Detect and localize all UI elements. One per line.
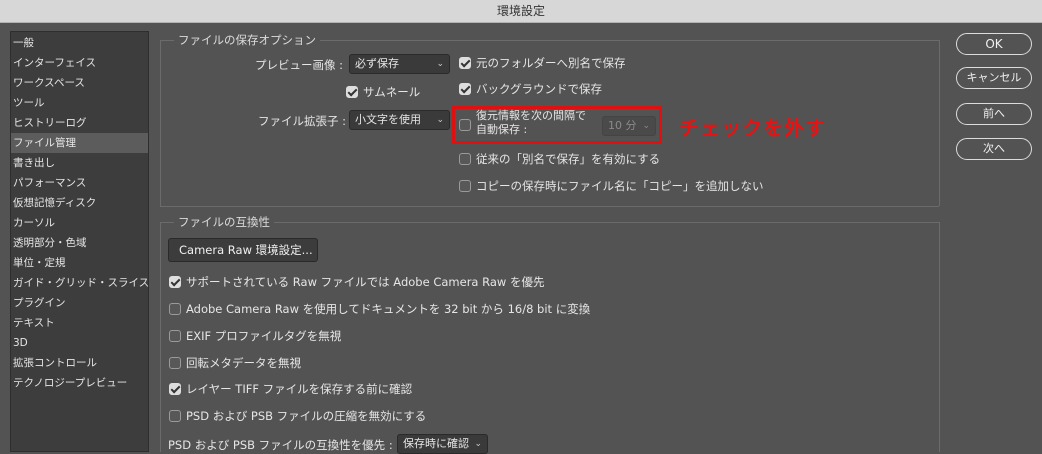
compatibility-group-border-right xyxy=(939,222,940,452)
preview-image-value: 必ず保存 xyxy=(355,57,399,70)
sidebar-item-performance[interactable]: パフォーマンス xyxy=(11,173,148,193)
compatibility-group-border-top xyxy=(160,222,939,223)
compatibility-group-border-left xyxy=(160,222,161,452)
prev-button[interactable]: 前へ xyxy=(956,103,1032,125)
sidebar-item-interface[interactable]: インターフェイス xyxy=(11,53,148,73)
annotation-highlight-box xyxy=(452,106,662,144)
annotation-text: チェックを外す xyxy=(679,116,826,140)
save-as-original-folder-label: 元のフォルダーへ別名で保存 xyxy=(476,56,626,70)
sidebar-item-history-log[interactable]: ヒストリーログ xyxy=(11,113,148,133)
sidebar-item-guides-grid-slices[interactable]: ガイド・グリッド・スライス xyxy=(11,273,149,293)
sidebar-item-enhanced-controls[interactable]: 拡張コントロール xyxy=(11,353,148,373)
camera-raw-bit-convert-checkbox[interactable] xyxy=(169,303,181,315)
ignore-rotation-metadata-checkbox[interactable] xyxy=(169,357,181,369)
file-extension-value: 小文字を使用 xyxy=(355,113,421,126)
sidebar-item-cursors[interactable]: カーソル xyxy=(11,213,148,233)
thumbnail-label: サムネール xyxy=(363,85,421,99)
no-copy-suffix-label: コピーの保存時にファイル名に「コピー」を追加しない xyxy=(476,179,764,193)
psd-compatibility-value: 保存時に確認 xyxy=(403,437,469,450)
preferences-sidebar: 一般 インターフェイス ワークスペース ツール ヒストリーログ ファイル管理 書… xyxy=(10,31,149,452)
camera-raw-preferences-button[interactable]: Camera Raw 環境設定... xyxy=(168,238,318,262)
sidebar-item-units-rulers[interactable]: 単位・定規 xyxy=(11,253,148,273)
sidebar-item-scratch-disks[interactable]: 仮想記憶ディスク xyxy=(11,193,148,213)
sidebar-item-workspace[interactable]: ワークスペース xyxy=(11,73,148,93)
cancel-button[interactable]: キャンセル xyxy=(956,67,1032,89)
window-title: 環境設定 xyxy=(0,0,1042,23)
sidebar-item-general[interactable]: 一般 xyxy=(11,33,148,53)
chevron-down-icon: ⌄ xyxy=(474,439,482,449)
sidebar-item-transparency-gamut[interactable]: 透明部分・色域 xyxy=(11,233,148,253)
chevron-down-icon: ⌄ xyxy=(436,115,444,125)
save-as-original-folder-checkbox[interactable] xyxy=(459,57,471,69)
sidebar-item-plugins[interactable]: プラグイン xyxy=(11,293,148,313)
sidebar-item-file-handling[interactable]: ファイル管理 xyxy=(11,133,148,153)
save-options-group-border-right xyxy=(939,40,940,206)
compatibility-group-title: ファイルの互換性 xyxy=(174,214,274,230)
legacy-save-as-label: 従来の「別名で保存」を有効にする xyxy=(476,152,661,166)
disable-psd-compression-checkbox[interactable] xyxy=(169,410,181,422)
sidebar-item-type[interactable]: テキスト xyxy=(11,313,148,333)
background-save-label: バックグラウンドで保存 xyxy=(476,82,603,96)
confirm-layered-tiff-label: レイヤー TIFF ファイルを保存する前に確認 xyxy=(186,382,413,396)
prefer-camera-raw-label: サポートされている Raw ファイルでは Adobe Camera Raw を優… xyxy=(186,275,545,289)
file-extension-label: ファイル拡張子 : xyxy=(258,114,347,128)
disable-psd-compression-label: PSD および PSB ファイルの圧縮を無効にする xyxy=(186,409,427,423)
ignore-exif-profile-label: EXIF プロファイルタグを無視 xyxy=(186,329,342,343)
ignore-exif-profile-checkbox[interactable] xyxy=(169,330,181,342)
sidebar-item-technology-previews[interactable]: テクノロジープレビュー xyxy=(11,373,148,393)
thumbnail-checkbox[interactable] xyxy=(346,86,358,98)
psd-compatibility-label: PSD および PSB ファイルの互換性を優先 : xyxy=(168,438,393,452)
save-options-group-border-left xyxy=(160,40,161,206)
background-save-checkbox[interactable] xyxy=(459,83,471,95)
chevron-down-icon: ⌄ xyxy=(436,59,444,69)
psd-compatibility-select[interactable]: 保存時に確認 ⌄ xyxy=(397,434,488,454)
sidebar-item-3d[interactable]: 3D xyxy=(11,333,148,353)
legacy-save-as-checkbox[interactable] xyxy=(459,153,471,165)
sidebar-item-export[interactable]: 書き出し xyxy=(11,153,148,173)
confirm-layered-tiff-checkbox[interactable] xyxy=(169,383,181,395)
preview-image-select[interactable]: 必ず保存 ⌄ xyxy=(349,54,450,74)
preview-image-label: プレビュー画像 : xyxy=(255,58,344,72)
prefer-camera-raw-checkbox[interactable] xyxy=(169,276,181,288)
camera-raw-bit-convert-label: Adobe Camera Raw を使用してドキュメントを 32 bit から … xyxy=(186,302,591,316)
no-copy-suffix-checkbox[interactable] xyxy=(459,180,471,192)
save-options-group-title: ファイルの保存オプション xyxy=(174,32,320,48)
file-extension-select[interactable]: 小文字を使用 ⌄ xyxy=(349,110,450,130)
save-options-group-border-bottom xyxy=(160,206,939,207)
ok-button[interactable]: OK xyxy=(956,33,1032,55)
next-button[interactable]: 次へ xyxy=(956,138,1032,160)
ignore-rotation-metadata-label: 回転メタデータを無視 xyxy=(186,356,301,370)
sidebar-item-tools[interactable]: ツール xyxy=(11,93,148,113)
